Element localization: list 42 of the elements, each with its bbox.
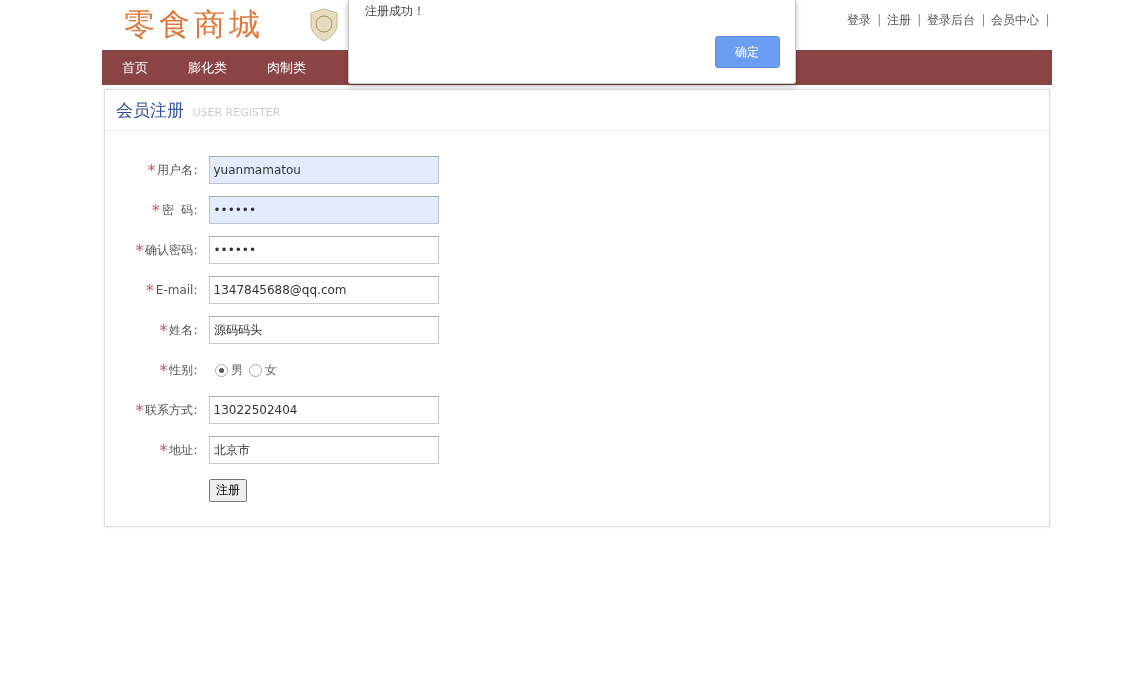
radio-button[interactable]	[248, 363, 262, 377]
shield-icon	[308, 8, 339, 42]
separator: |	[1045, 13, 1050, 27]
field-label: 用户名:	[157, 161, 198, 179]
field-label: 确认密码:	[145, 241, 198, 259]
required-mark: *	[135, 400, 144, 420]
required-mark: *	[159, 320, 168, 340]
separator: |	[981, 13, 986, 27]
dialog-message: 注册成功！	[364, 3, 425, 20]
top-link[interactable]: 注册	[887, 11, 912, 29]
input-field[interactable]: 13022502404	[208, 396, 439, 424]
nav-item[interactable]: 膨化类	[187, 58, 227, 77]
field-label: E-mail:	[155, 283, 198, 297]
radio-button[interactable]	[214, 363, 228, 377]
input-field[interactable]: 源码码头	[208, 316, 439, 344]
field-label: 姓名:	[169, 321, 198, 339]
required-mark: *	[135, 240, 144, 260]
required-mark: *	[159, 440, 168, 460]
input-field[interactable]: yuanmamatou	[208, 156, 439, 184]
panel-title: 会员注册	[115, 98, 184, 122]
input-field[interactable]: 北京市	[208, 436, 439, 464]
field-label: 地址:	[169, 441, 198, 459]
required-mark: *	[145, 280, 154, 300]
field-label: 性别:	[169, 361, 198, 379]
field-label: 联系方式:	[145, 401, 198, 419]
top-link[interactable]: 会员中心	[991, 11, 1040, 29]
input-field[interactable]: 1347845688@qq.com	[208, 276, 439, 304]
radio-label: 男	[230, 361, 243, 379]
input-field[interactable]: ••••••	[208, 236, 439, 264]
required-mark: *	[151, 200, 160, 220]
radio-label: 女	[264, 361, 277, 379]
separator: |	[877, 13, 882, 27]
required-mark: *	[159, 360, 168, 380]
top-link[interactable]: 登录后台	[927, 11, 976, 29]
input-field[interactable]: ••••••	[208, 196, 439, 224]
nav-item[interactable]: 肉制类	[266, 58, 306, 77]
top-link[interactable]: 登录	[847, 11, 872, 29]
field-label: 密 码:	[161, 201, 198, 219]
required-mark: *	[147, 160, 156, 180]
nav-item[interactable]: 首页	[121, 58, 148, 77]
separator: |	[917, 13, 922, 27]
register-button[interactable]: 注册	[208, 478, 247, 502]
